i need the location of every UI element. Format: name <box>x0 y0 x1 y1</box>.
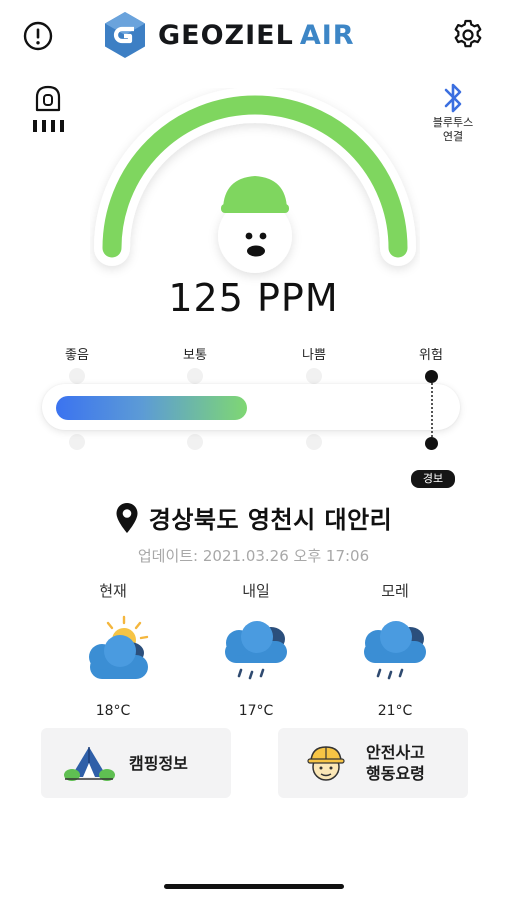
location-header: 경상북도 영천시 대안리 <box>0 500 507 535</box>
bluetooth-connect-button[interactable]: 블루투스 연결 <box>420 80 486 144</box>
bluetooth-icon <box>444 83 462 113</box>
info-icon[interactable] <box>22 20 54 52</box>
level-marker-bottom <box>69 434 85 450</box>
level-label-danger: 위험 <box>419 348 443 363</box>
level-label-good: 좋음 <box>65 348 89 363</box>
updated-timestamp: 업데이트: 2021.03.26 오후 17:06 <box>137 547 370 565</box>
rain-cloud-icon <box>364 621 426 680</box>
level-label-normal: 보통 <box>183 348 207 363</box>
level-marker-top <box>306 368 322 384</box>
forecast-day: 모레 <box>381 582 409 600</box>
home-indicator[interactable] <box>164 884 344 889</box>
forecast-day: 내일 <box>242 582 270 600</box>
alarm-threshold-line <box>431 380 433 440</box>
forecast-tomorrow: 내일 17°C <box>191 580 321 719</box>
forecast-temp: 17°C <box>238 703 274 719</box>
camping-info-button[interactable]: 캠핑정보 <box>41 728 231 798</box>
safety-guide-button[interactable]: 안전사고 행동요령 <box>278 728 468 798</box>
forecast-temp: 21°C <box>377 703 413 719</box>
app-logo: GEOZIEL AIR <box>100 10 420 60</box>
brand-primary: GEOZIEL <box>158 19 294 51</box>
alarm-marker-top <box>425 370 438 383</box>
gas-sensor-icon[interactable] <box>30 84 66 136</box>
tent-icon <box>64 747 115 781</box>
brand-secondary: AIR <box>299 19 355 51</box>
level-marker-bottom <box>187 434 203 450</box>
forecast-day-after: 모레 21°C <box>330 580 460 719</box>
level-label-bad: 나쁨 <box>302 348 326 363</box>
geoziel-logo-icon <box>105 12 145 58</box>
alarm-marker-bottom <box>425 437 438 450</box>
alarm-badge: 경보 <box>411 470 455 488</box>
forecast-today: 현재 18°C <box>48 580 178 719</box>
location-pin-icon <box>116 502 138 533</box>
forecast-temp: 18°C <box>95 703 131 719</box>
level-marker-top <box>187 368 203 384</box>
camping-info-label: 캠핑정보 <box>129 753 188 773</box>
level-marker-bottom <box>306 434 322 450</box>
helmet-face-icon <box>307 746 345 781</box>
level-bar-fill <box>56 396 247 420</box>
bluetooth-label: 블루투스 연결 <box>432 116 474 143</box>
gear-icon[interactable] <box>450 17 486 53</box>
location-name: 경상북도 영천시 대안리 <box>148 506 393 534</box>
brand-name: GEOZIEL AIR <box>158 20 355 51</box>
rain-cloud-icon <box>225 621 287 680</box>
ppm-reading: 125 PPM <box>168 276 339 320</box>
status-face-icon <box>218 176 292 273</box>
partly-cloudy-icon <box>89 615 149 679</box>
forecast-day: 현재 <box>99 582 127 600</box>
level-marker-top <box>69 368 85 384</box>
safety-guide-label: 안전사고 행동요령 <box>366 743 425 783</box>
